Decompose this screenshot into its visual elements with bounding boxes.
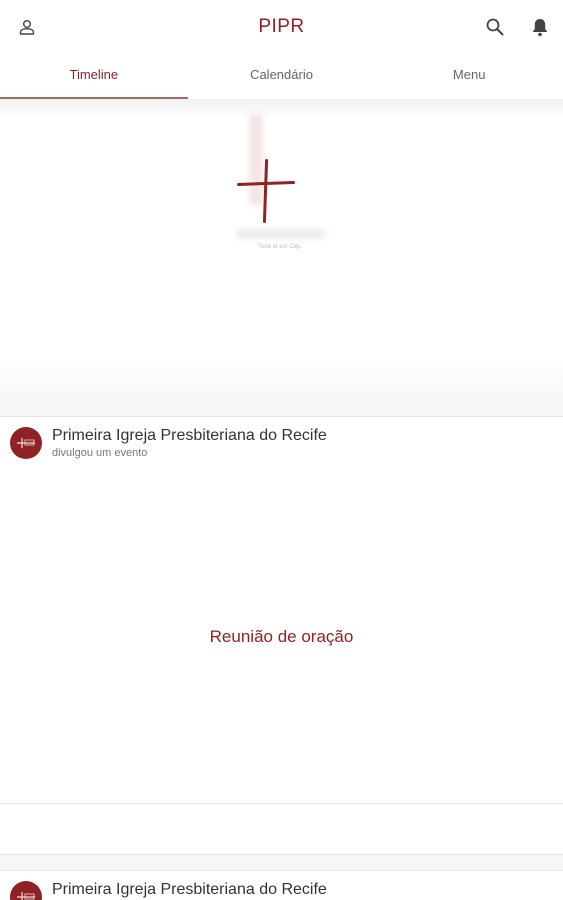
tab-calendario[interactable]: Calendário [188, 54, 376, 99]
section-gap [0, 855, 563, 870]
post-author: Primeira Igreja Presbiteriana do Recife [52, 427, 327, 444]
church-banner: Sola et em Cep. [0, 99, 563, 399]
tab-bar: Timeline Calendário Menu [0, 54, 563, 99]
church-avatar [10, 881, 42, 900]
section-gap [0, 399, 563, 416]
timeline-post[interactable]: Primeira Igreja Presbiteriana do Recife … [0, 416, 563, 804]
post-author: Primeira Igreja Presbiteriana do Recife [52, 881, 327, 898]
event-title[interactable]: Reunião de oração [0, 627, 563, 647]
cross-logo: Sola et em Cep. [232, 111, 332, 251]
tab-timeline[interactable]: Timeline [0, 54, 188, 99]
search-icon[interactable] [482, 14, 508, 40]
post-footer [0, 803, 563, 855]
bell-icon[interactable] [527, 14, 553, 40]
app-title: PIPR [258, 16, 305, 37]
app-header: PIPR [0, 0, 563, 54]
app-screen: PIPR Timeline Calendário Menu Sola et em… [0, 0, 563, 900]
banner-tagline: Sola et em Cep. [259, 244, 303, 250]
timeline-post[interactable]: Primeira Igreja Presbiteriana do Recife [0, 870, 563, 900]
post-action: divulgou um evento [52, 447, 148, 459]
tab-menu[interactable]: Menu [375, 54, 563, 99]
church-avatar [10, 427, 42, 459]
